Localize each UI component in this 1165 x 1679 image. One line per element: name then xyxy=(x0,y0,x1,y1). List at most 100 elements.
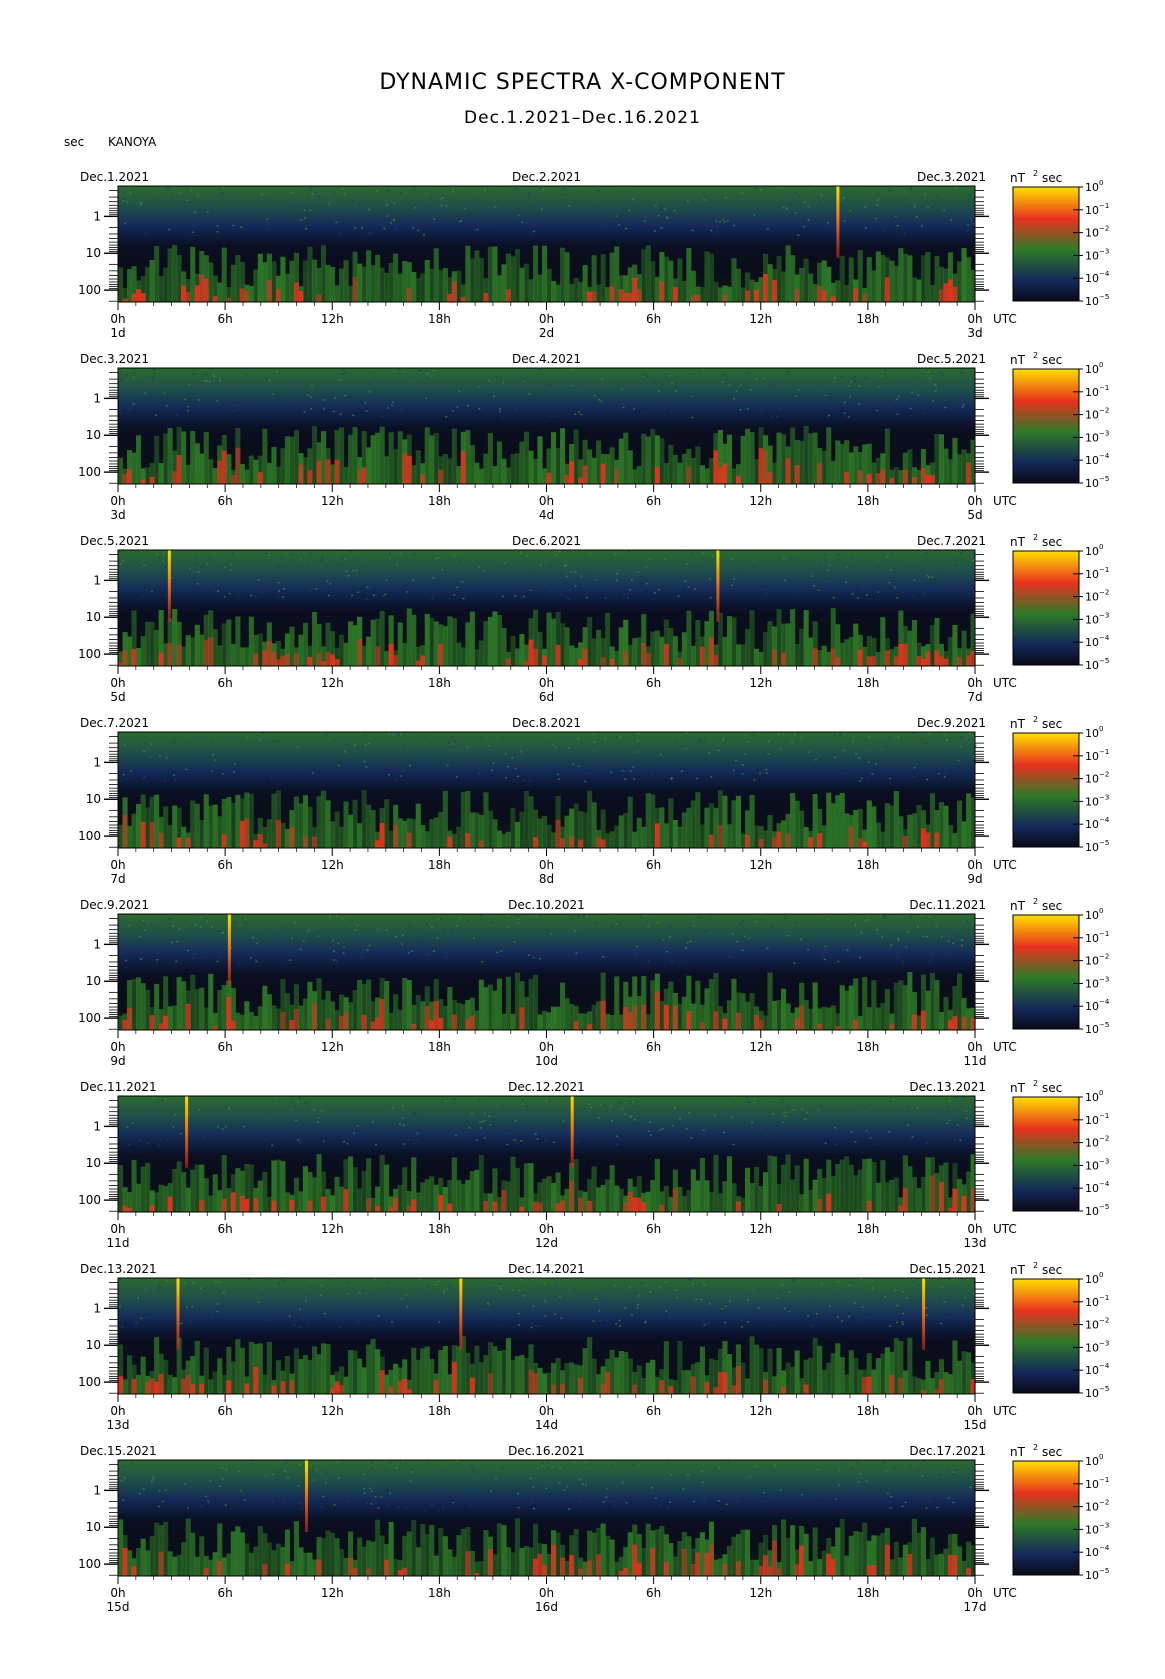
activity-bar-hot xyxy=(181,285,187,302)
noise-speck xyxy=(731,750,734,753)
noise-speck xyxy=(266,397,269,399)
noise-speck xyxy=(681,387,684,389)
noise-speck xyxy=(390,404,393,406)
noise-speck xyxy=(879,914,882,917)
noise-speck xyxy=(808,1308,811,1310)
activity-bar xyxy=(262,1374,268,1394)
activity-bar xyxy=(880,255,886,302)
activity-bar xyxy=(136,1374,142,1394)
x-tick-label: 6h xyxy=(218,858,233,872)
activity-bar-hot xyxy=(343,1189,349,1212)
noise-speck xyxy=(747,1311,750,1313)
noise-speck xyxy=(521,379,524,381)
utc-label: UTC xyxy=(993,1404,1017,1418)
noise-speck xyxy=(916,216,918,218)
noise-speck xyxy=(526,1105,529,1108)
noise-speck xyxy=(522,1096,525,1099)
noise-speck xyxy=(311,207,314,209)
activity-bar xyxy=(429,1176,435,1212)
noise-speck xyxy=(342,952,345,954)
activity-bar xyxy=(578,281,584,302)
noise-speck xyxy=(196,194,199,197)
activity-bar xyxy=(605,1013,611,1030)
x-tick-label: 0h xyxy=(967,676,982,690)
noise-speck xyxy=(950,218,953,221)
activity-bar xyxy=(763,830,769,848)
activity-bar xyxy=(853,810,859,848)
noise-speck xyxy=(574,930,577,932)
noise-speck xyxy=(237,1470,240,1472)
noise-speck xyxy=(900,227,903,229)
noise-speck xyxy=(444,1487,447,1490)
activity-bar xyxy=(361,790,367,848)
noise-speck xyxy=(644,411,647,413)
noise-speck xyxy=(445,416,448,418)
noise-speck xyxy=(339,1326,342,1329)
activity-bar xyxy=(907,814,913,848)
activity-bar xyxy=(483,1530,489,1576)
activity-bar xyxy=(118,1165,124,1212)
noise-speck xyxy=(798,389,801,391)
colorbar-tick-label: 10 xyxy=(1085,181,1099,194)
noise-speck xyxy=(372,1312,375,1314)
noise-speck xyxy=(178,928,181,930)
noise-speck xyxy=(362,945,365,947)
noise-speck xyxy=(142,920,145,922)
colorbar-tick-exp: −1 xyxy=(1099,202,1109,210)
activity-bar xyxy=(663,256,669,302)
noise-speck xyxy=(897,395,900,398)
activity-bar-hot xyxy=(185,292,191,302)
colorbar-tick-exp: −3 xyxy=(1099,1157,1109,1165)
noise-speck xyxy=(727,1460,730,1463)
noise-speck xyxy=(205,920,208,923)
noise-speck xyxy=(523,1295,526,1297)
noise-speck xyxy=(972,560,974,562)
activity-bar-hot xyxy=(654,991,660,1030)
noise-speck xyxy=(321,1492,323,1494)
noise-speck xyxy=(505,1315,508,1317)
noise-speck xyxy=(628,209,631,212)
noise-speck xyxy=(167,187,169,189)
activity-bar-hot xyxy=(302,836,308,848)
activity-bar xyxy=(370,1541,376,1576)
noise-speck xyxy=(414,1112,417,1114)
noise-speck xyxy=(426,753,428,755)
activity-bar xyxy=(767,1155,773,1212)
noise-speck xyxy=(221,564,223,566)
activity-bar-hot xyxy=(632,1197,638,1212)
activity-bar xyxy=(645,1362,651,1394)
day-label: 12d xyxy=(535,1236,558,1250)
activity-bar xyxy=(289,260,295,302)
activity-bar xyxy=(298,1547,304,1576)
noise-speck xyxy=(683,1127,685,1129)
noise-speck xyxy=(331,939,334,942)
activity-bar xyxy=(929,625,935,666)
noise-speck xyxy=(954,187,957,190)
activity-bar xyxy=(844,639,850,666)
activity-bar xyxy=(591,638,597,666)
noise-speck xyxy=(388,774,390,776)
activity-bar xyxy=(280,822,286,848)
noise-speck xyxy=(339,379,342,381)
noise-speck xyxy=(611,1500,614,1502)
noise-speck xyxy=(858,757,861,759)
activity-bar xyxy=(339,427,345,484)
activity-bar xyxy=(460,647,466,666)
noise-speck xyxy=(934,385,937,387)
noise-speck xyxy=(402,1460,405,1463)
activity-bar xyxy=(239,464,245,484)
activity-bar xyxy=(614,1561,620,1576)
noise-speck xyxy=(947,940,950,942)
activity-bar xyxy=(740,287,746,302)
activity-bar xyxy=(713,281,719,302)
noise-speck xyxy=(218,214,221,217)
panel-end-date: Dec.7.2021 xyxy=(917,534,986,548)
noise-speck xyxy=(483,569,486,572)
activity-bar-hot xyxy=(388,1386,394,1394)
activity-bar xyxy=(343,467,349,484)
noise-speck xyxy=(320,558,323,560)
noise-speck xyxy=(941,1479,944,1481)
noise-speck xyxy=(281,1279,283,1281)
noise-speck xyxy=(920,212,923,214)
noise-speck xyxy=(440,198,443,200)
